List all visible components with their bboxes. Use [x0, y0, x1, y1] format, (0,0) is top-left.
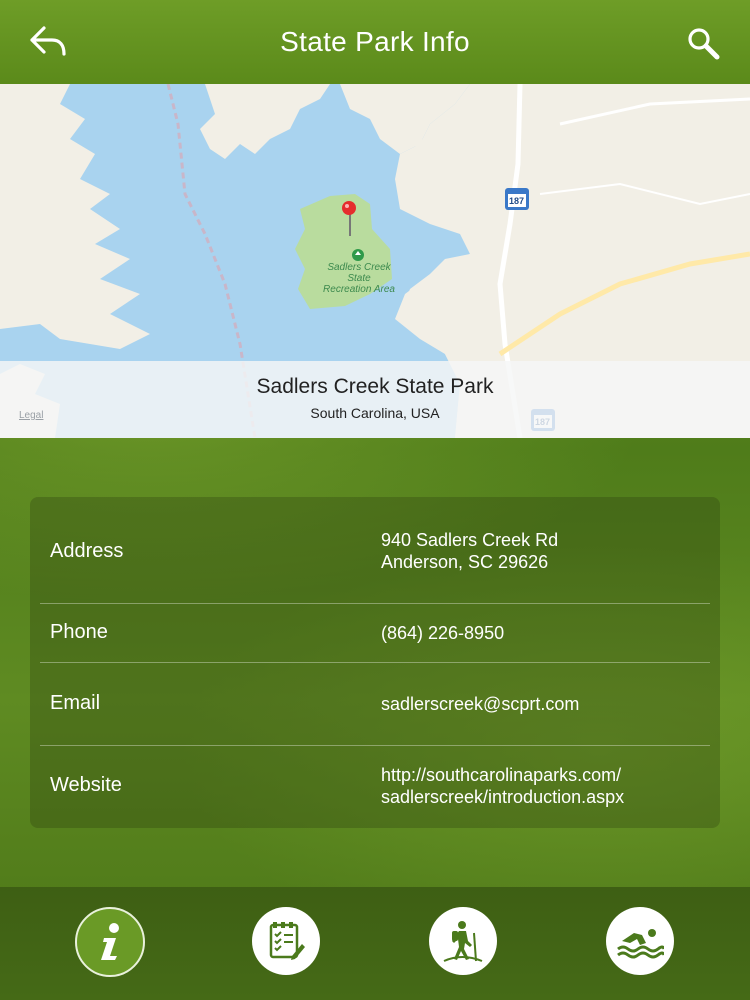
tab-checklist[interactable]	[252, 907, 320, 975]
website-row: Website http://southcarolinaparks.com/ s…	[40, 746, 710, 828]
swimmer-icon	[617, 929, 664, 959]
back-button[interactable]	[28, 24, 68, 62]
website-label: Website	[50, 774, 122, 796]
page-title: State Park Info	[280, 26, 470, 57]
tab-hiking[interactable]	[429, 907, 497, 975]
email-value[interactable]: sadlerscreek@scprt.com	[381, 693, 579, 715]
info-icon	[101, 923, 119, 960]
website-value[interactable]: http://southcarolinaparks.com/ sadlerscr…	[381, 764, 624, 808]
back-arrow-icon	[30, 26, 66, 56]
address-value[interactable]: 940 Sadlers Creek Rd Anderson, SC 29626	[381, 529, 558, 573]
email-row: Email sadlerscreek@scprt.com	[40, 663, 710, 745]
hiker-icon	[443, 921, 483, 962]
park-info-card: Address 940 Sadlers Creek Rd Anderson, S…	[30, 497, 720, 828]
phone-label: Phone	[50, 621, 108, 643]
checklist-icon	[269, 922, 305, 960]
navigation-bar: State Park Info	[0, 0, 750, 84]
email-label: Email	[50, 692, 101, 714]
tab-swimming[interactable]	[606, 907, 674, 975]
park-map[interactable]: Sadlers Creek State Recreation Area 187 …	[0, 84, 750, 438]
search-button[interactable]	[686, 26, 722, 62]
legal-link[interactable]: Legal	[19, 410, 43, 421]
recreation-area-label: Sadlers Creek State Recreation Area	[323, 262, 395, 295]
address-label: Address	[50, 540, 124, 562]
map-location-banner: Sadlers Creek State Park South Carolina,…	[0, 361, 750, 438]
phone-value[interactable]: (864) 226-8950	[381, 622, 504, 644]
tab-info[interactable]	[75, 907, 145, 977]
park-name: Sadlers Creek State Park	[256, 375, 494, 398]
tab-bar	[0, 887, 750, 1000]
address-row: Address 940 Sadlers Creek Rd Anderson, S…	[40, 497, 710, 603]
park-location: South Carolina, USA	[310, 405, 440, 421]
route-number-label: 187	[509, 196, 525, 206]
phone-row: Phone (864) 226-8950	[40, 604, 710, 662]
search-icon	[688, 28, 720, 60]
